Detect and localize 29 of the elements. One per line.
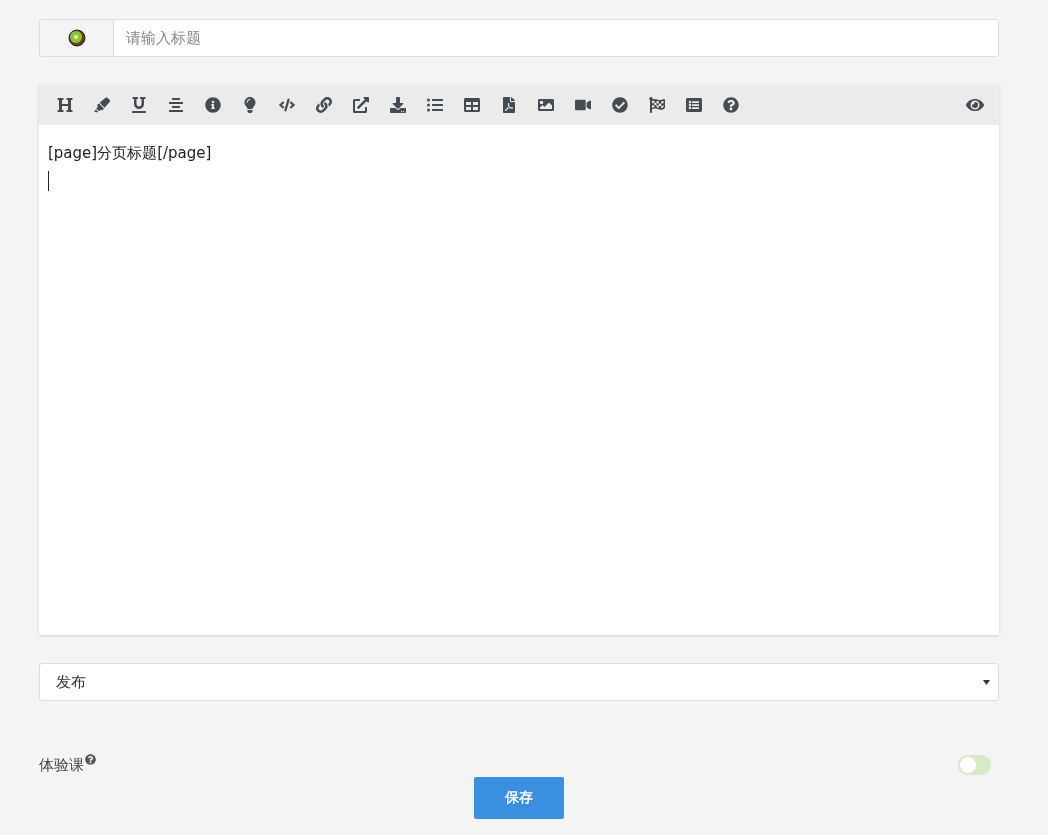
lightbulb-icon [241,97,258,113]
title-field[interactable]: 请输入标题 [39,19,999,57]
text-cursor [48,171,49,191]
code-icon [278,97,295,113]
trial-toggle[interactable] [958,755,991,775]
pdf-file-icon [500,97,517,113]
help-icon [722,97,739,113]
video-icon [574,97,591,113]
list-icon [685,97,702,113]
table-icon [463,97,480,113]
trial-label: 体验课 [39,755,84,775]
help-icon[interactable] [85,753,96,765]
dropdown-caret-icon [983,679,990,685]
info-icon [204,97,221,113]
image-icon [537,97,554,113]
eye-icon [965,96,984,114]
heading-icon [56,97,73,113]
underline-icon [130,97,147,113]
editor-body[interactable]: [page]分页标题[/page] [39,125,999,635]
checkered-flag-icon [648,97,665,113]
bullet-list-icon [426,97,443,113]
align-center-icon [167,97,184,113]
download-icon [389,97,406,113]
highlighter-icon [93,97,110,113]
editor-text-line: [page]分页标题[/page] [48,143,213,164]
status-select[interactable]: 发布 [39,663,999,701]
external-link-icon [352,97,369,113]
kiwi-icon [67,29,86,47]
link-icon [315,97,332,113]
